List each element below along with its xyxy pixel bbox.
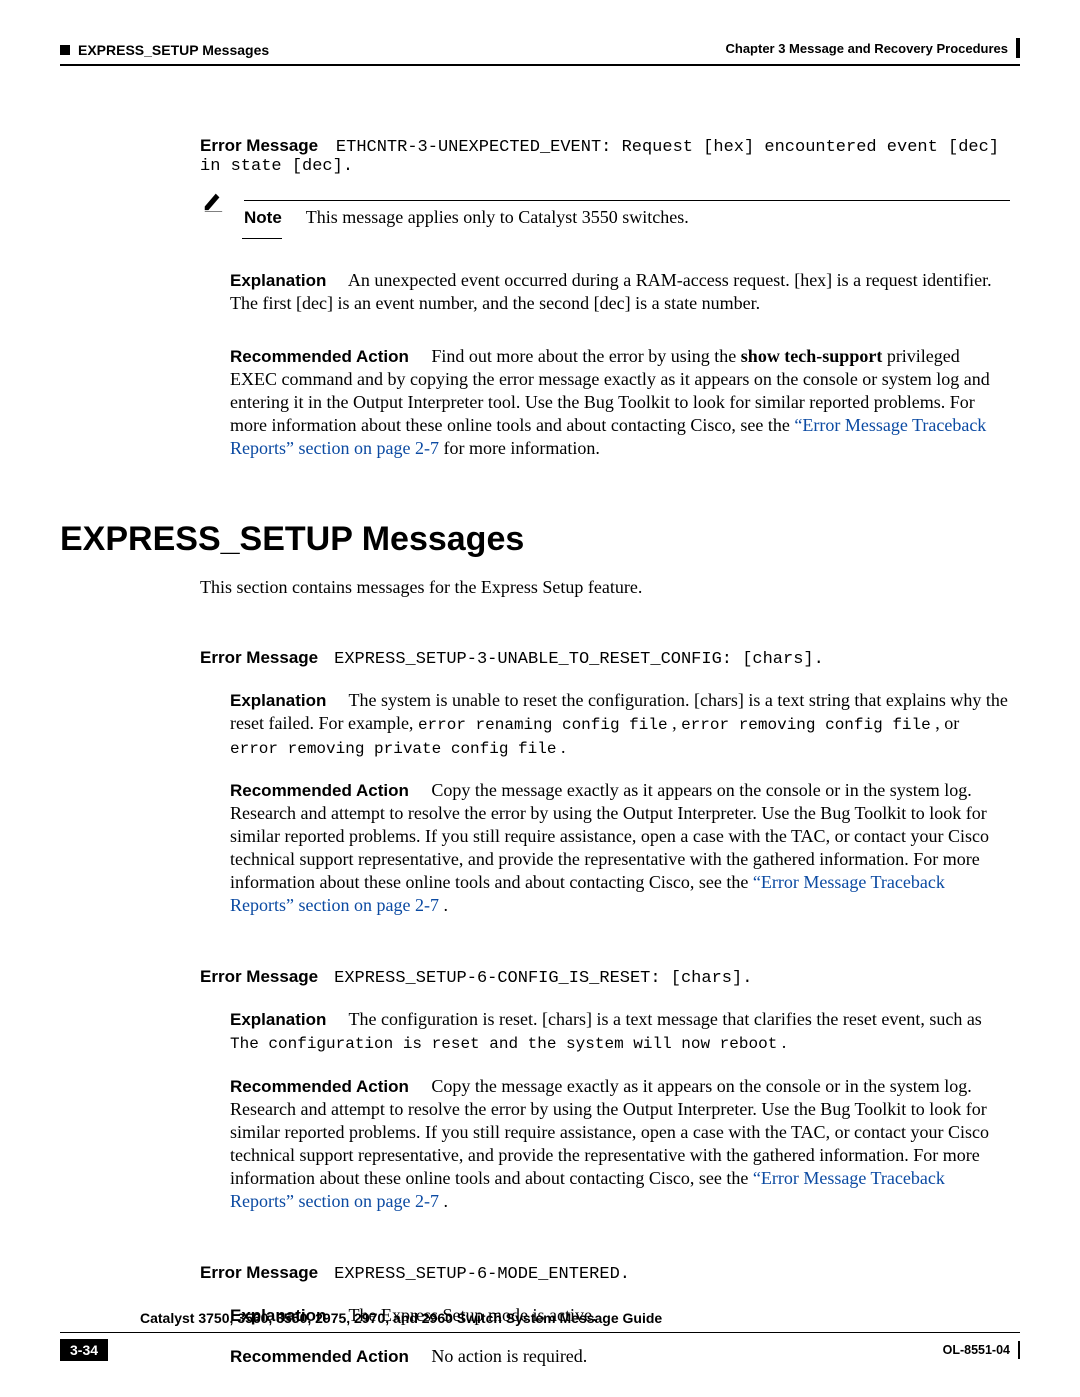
header-chapter: Chapter 3 Message and Recovery Procedure… xyxy=(725,41,1008,56)
mono-text-3: error removing private config file xyxy=(230,740,556,758)
explanation-label: Explanation xyxy=(230,1010,326,1029)
section-heading: EXPRESS_SETUP Messages xyxy=(60,520,1020,559)
error-code: EXPRESS_SETUP-6-CONFIG_IS_RESET: [chars]… xyxy=(334,969,752,988)
error-label: Error Message xyxy=(200,967,318,986)
explanation-label: Explanation xyxy=(230,691,326,710)
pencil-note-icon xyxy=(200,190,226,217)
header-square-icon xyxy=(60,45,70,55)
page-header: EXPRESS_SETUP Messages Chapter 3 Message… xyxy=(60,38,1020,62)
recommended-action-1: Recommended Action Find out more about t… xyxy=(230,345,1010,460)
action-command: show tech-support xyxy=(741,346,883,366)
error-message-1: Error Message ETHCNTR-3-UNEXPECTED_EVENT… xyxy=(200,136,1010,176)
doc-id: OL-8551-04 xyxy=(943,1343,1010,1357)
explanation-3: Explanation The configuration is reset. … xyxy=(230,1008,1010,1055)
explanation-text-p3: , or xyxy=(935,713,959,733)
header-bar-icon xyxy=(1016,38,1020,58)
action-text-part3: for more information. xyxy=(443,438,599,458)
note-text: This message applies only to Catalyst 35… xyxy=(306,207,689,227)
error-label: Error Message xyxy=(200,136,318,155)
error-code: EXPRESS_SETUP-3-UNABLE_TO_RESET_CONFIG: … xyxy=(334,650,824,669)
footer-pipe-icon xyxy=(1018,1341,1020,1359)
recommended-action-3: Recommended Action Copy the message exac… xyxy=(230,1075,1010,1213)
explanation-text-p2: . xyxy=(782,1032,787,1052)
explanation-label: Explanation xyxy=(230,271,326,290)
explanation-1: Explanation An unexpected event occurred… xyxy=(230,269,1010,315)
explanation-text-p2: , xyxy=(672,713,681,733)
error-code: ETHCNTR-3-UNEXPECTED_EVENT: Request [hex… xyxy=(200,138,999,176)
action-label: Recommended Action xyxy=(230,781,409,800)
action-label: Recommended Action xyxy=(230,347,409,366)
page-footer: Catalyst 3750, 3560, 3550, 2975, 2970, a… xyxy=(60,1310,1020,1362)
note-block: Note This message applies only to Cataly… xyxy=(200,200,1010,239)
explanation-text-p1: The configuration is reset. [chars] is a… xyxy=(349,1009,982,1029)
note-bottom-rule xyxy=(242,238,282,239)
section-intro: This section contains messages for the E… xyxy=(200,577,1010,598)
header-rule xyxy=(60,64,1020,66)
explanation-2: Explanation The system is unable to rese… xyxy=(230,689,1010,759)
mono-text-2: error removing config file xyxy=(681,716,931,734)
explanation-text: An unexpected event occurred during a RA… xyxy=(230,270,992,313)
action-text-part1: Find out more about the error by using t… xyxy=(431,346,740,366)
mono-text-1: error renaming config file xyxy=(418,716,668,734)
note-label: Note xyxy=(244,208,282,227)
error-label: Error Message xyxy=(200,648,318,667)
error-label: Error Message xyxy=(200,1263,318,1282)
page-number: 3-34 xyxy=(60,1339,108,1361)
action-text-end: . xyxy=(443,895,448,915)
recommended-action-2: Recommended Action Copy the message exac… xyxy=(230,779,1010,917)
mono-text-1: The configuration is reset and the syste… xyxy=(230,1035,777,1053)
footer-guide-title: Catalyst 3750, 3560, 3550, 2975, 2970, a… xyxy=(140,1310,1020,1326)
error-code: EXPRESS_SETUP-6-MODE_ENTERED. xyxy=(334,1265,630,1284)
explanation-text-p4: . xyxy=(561,737,566,757)
error-message-2: Error Message EXPRESS_SETUP-3-UNABLE_TO_… xyxy=(200,648,1010,917)
header-section: EXPRESS_SETUP Messages xyxy=(78,42,269,58)
action-text-end: . xyxy=(443,1191,448,1211)
action-label: Recommended Action xyxy=(230,1077,409,1096)
error-message-3: Error Message EXPRESS_SETUP-6-CONFIG_IS_… xyxy=(200,967,1010,1213)
footer-rule xyxy=(60,1332,1020,1334)
